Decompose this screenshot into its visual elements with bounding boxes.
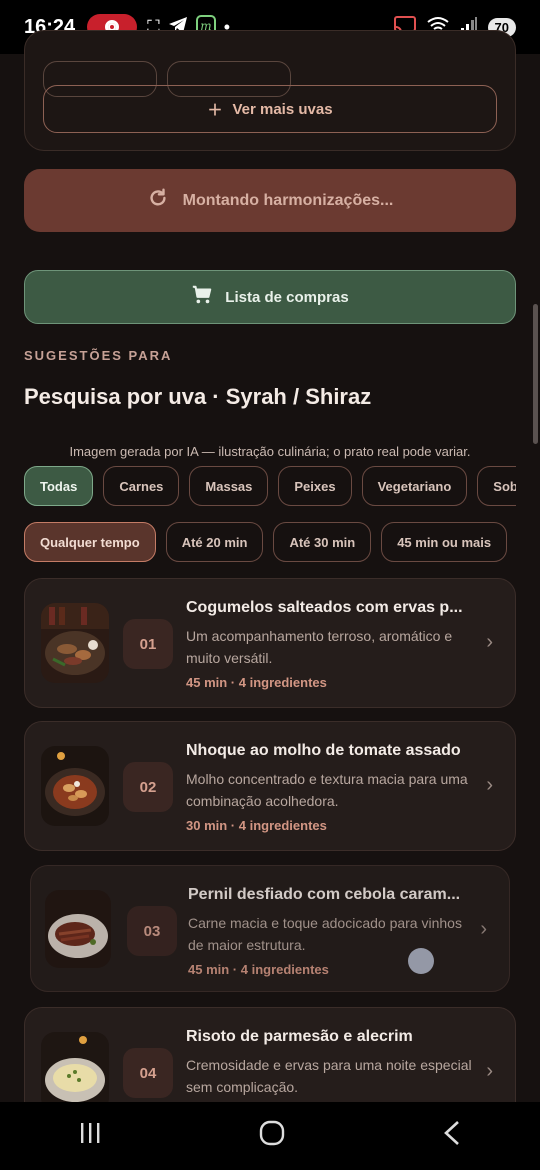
see-more-grapes-label: Ver mais uvas [232, 100, 333, 118]
chevron-right-icon: › [486, 631, 493, 653]
plus-icon: ＋ [207, 101, 223, 119]
recipe-title: Risoto de parmesão e alecrim [186, 1028, 413, 1045]
time-chip-20[interactable]: Até 20 min [165, 522, 264, 562]
recipe-number: 01 [123, 619, 173, 669]
category-filter-row: Todas Carnes Massas Peixes Vegetariano S… [24, 466, 516, 506]
touch-indicator [408, 948, 434, 974]
recipe-meta: 45 min · 4 ingredientes [188, 962, 329, 977]
filter-chip-sobremesa[interactable]: Sob [477, 466, 516, 506]
recipe-card[interactable]: 02 Nhoque ao molho de tomate assado Molh… [24, 721, 516, 851]
building-pairings-button[interactable]: Montando harmonizações... [24, 169, 516, 232]
scrollbar[interactable] [533, 304, 538, 444]
refresh-icon [147, 187, 169, 214]
recipe-description: Cremosidade e ervas para uma noite espec… [186, 1057, 472, 1095]
building-pairings-label: Montando harmonizações... [182, 191, 394, 209]
shopping-list-button[interactable]: Lista de compras [24, 270, 516, 324]
time-chip-45plus[interactable]: 45 min ou mais [381, 522, 508, 562]
grapes-card: ＋ Ver mais uvas [24, 30, 516, 151]
chevron-right-icon: › [480, 918, 487, 940]
recipe-card[interactable]: 01 Cogumelos salteados com ervas p... Um… [24, 578, 516, 708]
recipe-title: Cogumelos salteados com ervas p... [186, 599, 463, 616]
chevron-right-icon: › [486, 774, 493, 796]
filter-chip-todas[interactable]: Todas [24, 466, 94, 506]
chevron-right-icon: › [486, 1060, 493, 1082]
cart-icon [191, 284, 213, 310]
recipe-meta: 45 min · 4 ingredientes [186, 675, 327, 690]
recipe-description: Um acompanhamento terroso, aromático e m… [186, 628, 453, 666]
recipe-thumbnail [45, 890, 111, 968]
recipe-number: 04 [123, 1048, 173, 1098]
time-filter-row: Qualquer tempo Até 20 min Até 30 min 45 … [24, 522, 516, 562]
recipe-thumbnail [41, 746, 109, 826]
recipe-title: Pernil desfiado com cebola caram... [188, 886, 461, 903]
section-label: SUGESTÕES PARA [24, 348, 173, 363]
recipe-title: Nhoque ao molho de tomate assado [186, 742, 461, 759]
time-chip-30[interactable]: Até 30 min [273, 522, 372, 562]
system-nav-bar [0, 1102, 540, 1170]
home-icon[interactable] [259, 1120, 285, 1153]
filter-chip-massas[interactable]: Massas [189, 466, 269, 506]
filter-chip-carnes[interactable]: Carnes [103, 466, 180, 506]
recents-icon[interactable] [78, 1121, 102, 1152]
time-chip-any[interactable]: Qualquer tempo [24, 522, 156, 562]
recipe-card[interactable]: 03 Pernil desfiado com cebola caram... C… [30, 865, 510, 992]
filter-chip-vegetariano[interactable]: Vegetariano [361, 466, 468, 506]
recipe-meta: 30 min · 4 ingredientes [186, 818, 327, 833]
recipe-thumbnail [41, 603, 109, 683]
back-icon[interactable] [442, 1120, 462, 1153]
ai-image-note: Imagem gerada por IA — ilustração culiná… [69, 444, 471, 459]
recipe-description: Molho concentrado e textura macia para u… [186, 771, 468, 809]
page-title: Pesquisa por uva · Syrah / Shiraz [24, 384, 372, 409]
see-more-grapes-button[interactable]: ＋ Ver mais uvas [43, 85, 497, 133]
shopping-list-label: Lista de compras [225, 288, 349, 306]
recipe-number: 02 [123, 762, 173, 812]
recipe-thumbnail [41, 1032, 109, 1112]
filter-chip-peixes[interactable]: Peixes [278, 466, 352, 506]
recipe-number: 03 [127, 906, 177, 956]
